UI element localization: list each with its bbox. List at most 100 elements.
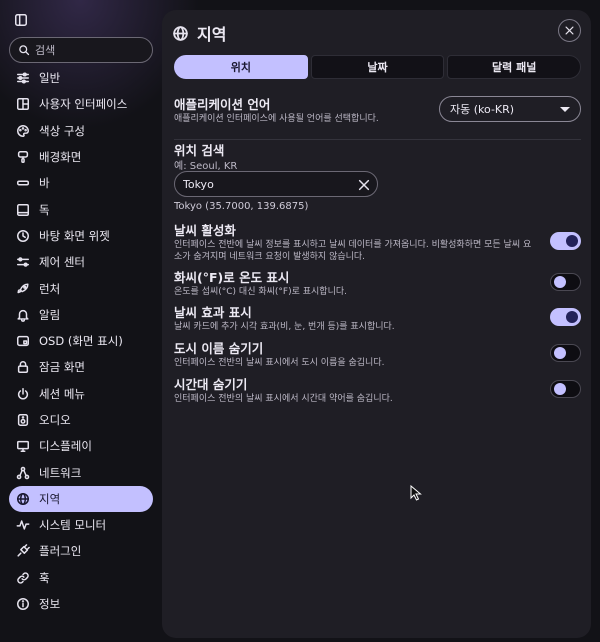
close-icon	[565, 26, 574, 35]
tab-calendar-panel[interactable]: 달력 패널	[447, 55, 582, 79]
search-input[interactable]	[35, 43, 135, 57]
network-icon	[15, 465, 30, 480]
sidebar-item-network[interactable]: 네트워크	[9, 459, 153, 485]
sidebar-item-label: 일반	[39, 71, 61, 86]
layout-icon	[15, 97, 30, 112]
toggle-description: 인터페이스 전반의 날씨 표시에서 도시 이름을 숨깁니다.	[174, 358, 385, 368]
sidebar-item-label: OSD (화면 표시)	[39, 334, 123, 349]
language-dropdown[interactable]: 자동 (ko-KR)	[439, 96, 581, 122]
tab-location[interactable]: 위치	[174, 55, 308, 79]
osd-icon	[15, 334, 30, 349]
sliders-icon	[15, 71, 30, 86]
toggle-title: 시간대 숨기기	[174, 377, 248, 392]
sidebar-item-wallpaper[interactable]: 배경화면	[9, 144, 153, 170]
sidebar-item-osd[interactable]: OSD (화면 표시)	[9, 328, 153, 354]
sidebar-item-user-interface[interactable]: 사용자 인터페이스	[9, 91, 153, 117]
link-icon	[15, 570, 30, 585]
bar-icon	[15, 176, 30, 191]
sidebar-item-hooks[interactable]: 훅	[9, 565, 153, 591]
sidebar-item-label: 알림	[39, 307, 61, 322]
power-icon	[15, 386, 30, 401]
sidebar-item-label: 배경화면	[39, 150, 82, 165]
panel-header: 지역	[172, 20, 226, 46]
toggle-description: 인터페이스 전반의 날씨 표시에서 시간대 약어를 숨깁니다.	[174, 394, 393, 404]
language-selected-value: 자동 (ko-KR)	[450, 103, 515, 116]
location-input-box[interactable]	[174, 171, 378, 197]
sidebar-item-region[interactable]: 지역	[9, 485, 153, 513]
clock-icon	[15, 228, 30, 243]
tab-date[interactable]: 날짜	[310, 55, 445, 79]
info-icon	[15, 597, 30, 612]
plug-icon	[15, 544, 30, 559]
location-coordinates: Tokyo (35.7000, 139.6875)	[174, 201, 309, 212]
search-icon	[18, 41, 30, 60]
toggle-weather-enabled: 날씨 활성화 인터페이스 전반에 날씨 정보를 표시하고 날씨 데이터를 가져옵…	[174, 220, 581, 263]
sidebar-item-label: 디스플레이	[39, 439, 92, 454]
sidebar-item-general[interactable]: 일반	[9, 65, 153, 91]
settings-panel: 지역 위치 날짜 달력 패널 애플리케이션 언어 애플리케이션 인터페이스에 사…	[162, 10, 591, 638]
globe-icon	[15, 491, 30, 506]
monitor-icon	[15, 439, 30, 454]
location-input[interactable]	[183, 177, 343, 191]
speaker-icon	[15, 413, 30, 428]
sidebar-item-label: 세션 메뉴	[39, 386, 85, 401]
hide-city-switch[interactable]	[550, 344, 581, 362]
toggle-description: 인터페이스 전반에 날씨 정보를 표시하고 날씨 데이터를 가져옵니다. 비활성…	[174, 240, 532, 262]
sidebar-item-lock-screen[interactable]: 잠금 화면	[9, 354, 153, 380]
toggle-title: 날씨 활성화	[174, 223, 236, 238]
fahrenheit-switch[interactable]	[550, 273, 581, 291]
sidebar-item-launcher[interactable]: 런처	[9, 275, 153, 301]
language-setting: 애플리케이션 언어 애플리케이션 인터페이스에 사용될 언어를 선택합니다. 자…	[174, 94, 581, 125]
sidebar-item-label: 오디오	[39, 413, 71, 427]
sidebar-item-label: 색상 구성	[39, 123, 85, 138]
sidebar-item-label: 지역	[39, 491, 61, 506]
weather-enabled-switch[interactable]	[550, 232, 581, 250]
location-search-section: 위치 검색 예: Seoul, KR Tokyo (35.7000, 139.6…	[174, 138, 581, 212]
pulse-icon	[15, 518, 30, 533]
sidebar-item-desktop-widgets[interactable]: 바탕 화면 위젯	[9, 223, 153, 249]
controls-icon	[15, 255, 30, 270]
sidebar-item-audio[interactable]: 오디오	[9, 407, 153, 433]
close-button[interactable]	[558, 19, 581, 42]
toggle-fahrenheit: 화씨(°F)로 온도 표시 온도를 섭씨(°C) 대신 화씨(°F)로 표시합니…	[174, 267, 581, 298]
sidebar-item-label: 사용자 인터페이스	[39, 97, 128, 112]
toggle-hide-timezone: 시간대 숨기기 인터페이스 전반의 날씨 표시에서 시간대 약어를 숨깁니다.	[174, 374, 581, 405]
lock-icon	[15, 360, 30, 375]
toggle-hide-city: 도시 이름 숨기기 인터페이스 전반의 날씨 표시에서 도시 이름을 숨깁니다.	[174, 338, 581, 369]
sidebar-item-system-monitor[interactable]: 시스템 모니터	[9, 512, 153, 538]
sidebar-item-label: 시스템 모니터	[39, 518, 107, 533]
sidebar-item-label: 훅	[39, 570, 50, 585]
weather-effects-switch[interactable]	[550, 308, 581, 326]
rocket-icon	[15, 281, 30, 296]
sidebar-toggle-icon[interactable]	[12, 11, 30, 29]
sidebar-item-label: 정보	[39, 597, 61, 612]
caret-down-icon	[560, 107, 570, 112]
toggle-weather-effects: 날씨 효과 표시 날씨 카드에 추가 시각 효과(비, 눈, 번개 등)를 표시…	[174, 302, 581, 333]
sidebar-item-control-center[interactable]: 제어 센터	[9, 249, 153, 275]
search-box[interactable]	[9, 37, 153, 63]
sidebar-item-plugins[interactable]: 플러그인	[9, 538, 153, 564]
mouse-pointer-icon	[410, 485, 422, 501]
brush-icon	[15, 150, 30, 165]
sidebar-item-color-scheme[interactable]: 색상 구성	[9, 118, 153, 144]
sidebar-item-label: 독	[39, 202, 50, 217]
sidebar-item-display[interactable]: 디스플레이	[9, 433, 153, 459]
sidebar-item-label: 제어 센터	[39, 255, 85, 270]
sidebar-item-session-menu[interactable]: 세션 메뉴	[9, 381, 153, 407]
globe-icon	[172, 24, 190, 42]
sidebar-item-label: 런처	[39, 281, 61, 296]
toggle-title: 날씨 효과 표시	[174, 305, 252, 320]
toggle-title: 화씨(°F)로 온도 표시	[174, 270, 290, 285]
clear-icon[interactable]	[357, 178, 371, 192]
sidebar-item-notifications[interactable]: 알림	[9, 302, 153, 328]
sidebar-item-about[interactable]: 정보	[9, 591, 153, 617]
sidebar-item-label: 바탕 화면 위젯	[39, 228, 110, 243]
page-title: 지역	[197, 25, 227, 44]
sidebar-item-label: 바	[39, 176, 50, 191]
tab-bar: 위치 날짜 달력 패널	[174, 55, 582, 79]
sidebar-item-label: 잠금 화면	[39, 360, 85, 375]
hide-timezone-switch[interactable]	[550, 380, 581, 398]
sidebar-item-bar[interactable]: 바	[9, 170, 153, 196]
toggle-description: 온도를 섭씨(°C) 대신 화씨(°F)로 표시합니다.	[174, 287, 348, 297]
sidebar-item-dock[interactable]: 독	[9, 196, 153, 222]
